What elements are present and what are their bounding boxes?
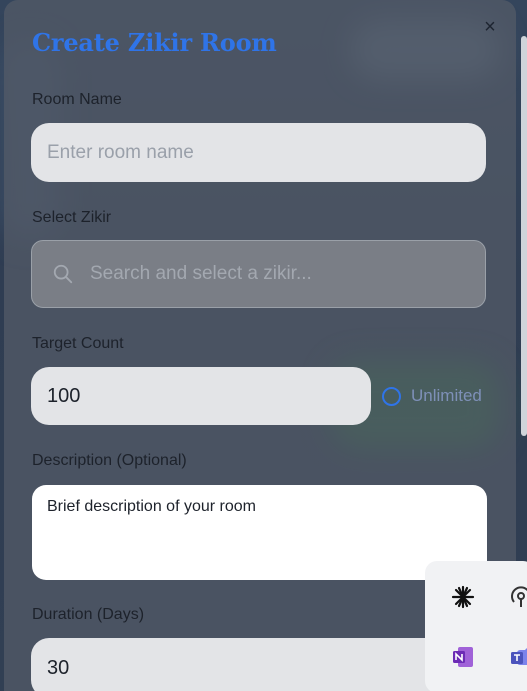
duration-label: Duration (Days) [32, 606, 145, 623]
unlimited-radio[interactable] [382, 386, 401, 406]
search-icon [53, 264, 73, 284]
close-button[interactable]: × [480, 17, 500, 37]
select-zikir-label: Select Zikir [32, 209, 112, 226]
unlimited-label: Unlimited [411, 386, 482, 405]
target-count-input[interactable]: 100 [31, 367, 371, 425]
target-count-label: Target Count [32, 335, 124, 352]
room-name-input[interactable]: Enter room name [31, 123, 486, 182]
asterisk-app-icon[interactable] [451, 585, 475, 609]
duration-input[interactable]: 30 [31, 638, 486, 691]
system-tray-popup [425, 561, 527, 691]
zikir-search-placeholder: Search and select a zikir... [90, 263, 312, 284]
room-name-label: Room Name [32, 91, 122, 108]
unlimited-option[interactable]: Unlimited [382, 386, 482, 406]
zikir-search-input[interactable]: Search and select a zikir... [31, 240, 486, 308]
podcast-icon[interactable] [509, 585, 527, 609]
description-label: Description (Optional) [32, 452, 187, 469]
description-textarea[interactable]: Brief description of your room [32, 485, 487, 580]
teams-icon[interactable] [509, 645, 527, 669]
onenote-icon[interactable] [451, 645, 475, 669]
modal-title: Create Zikir Room [32, 28, 277, 57]
page-scrollbar[interactable] [521, 36, 527, 436]
